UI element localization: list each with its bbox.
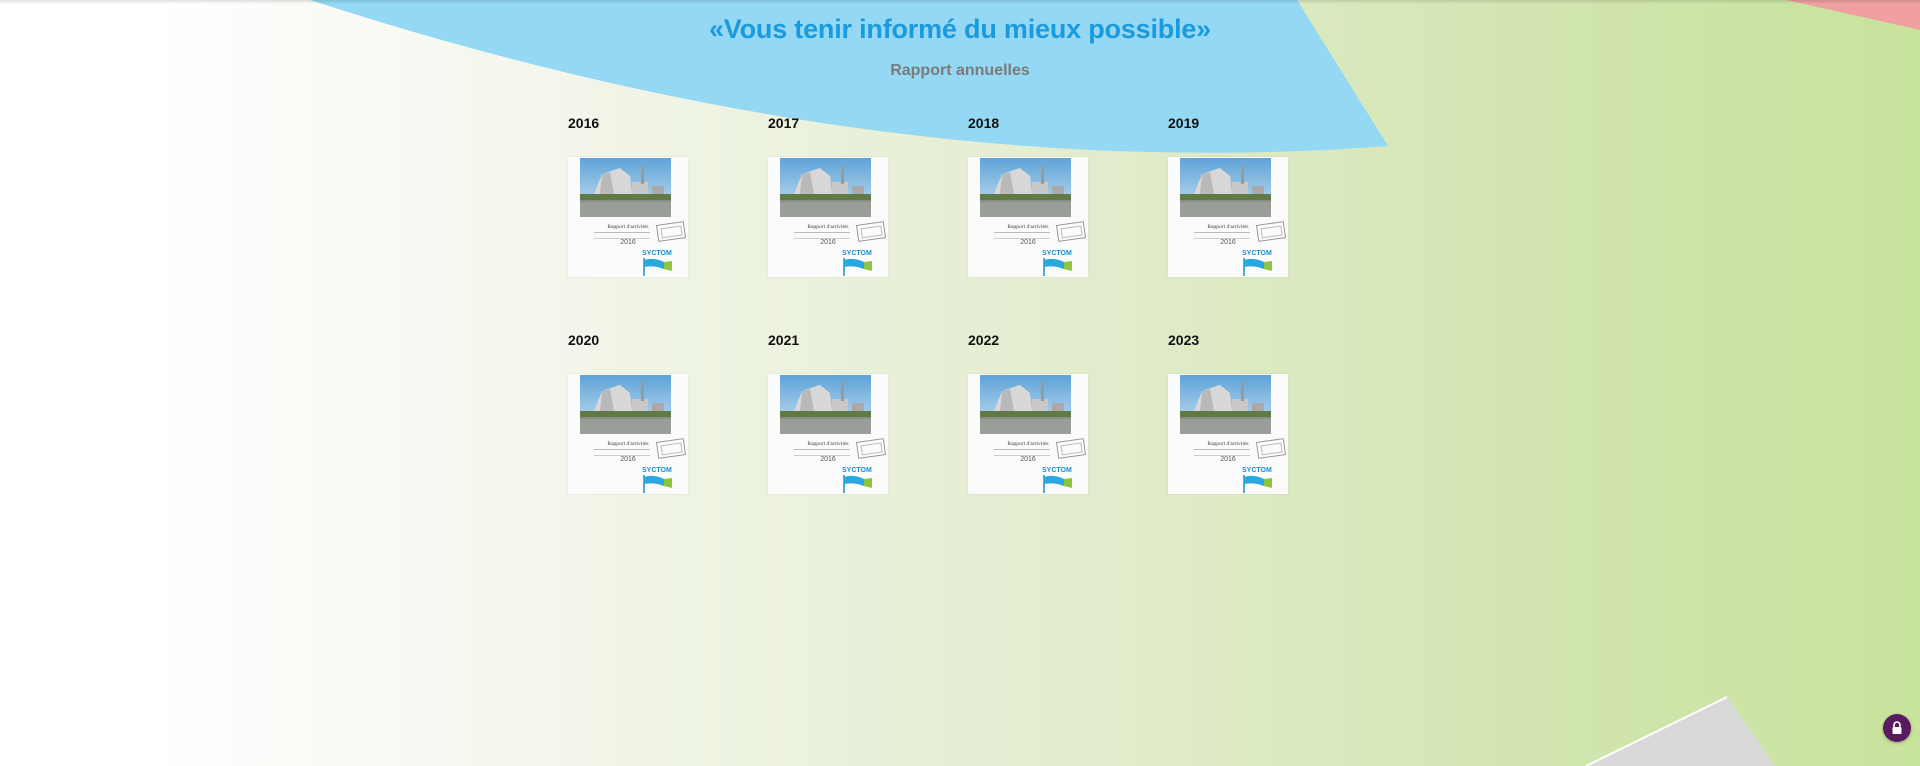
syctom-logo-text: SYCTOM [1042,467,1072,474]
syctom-logo-icon [1043,258,1072,276]
syctom-logo-icon [843,258,872,276]
syctom-logo-text: SYCTOM [1242,250,1272,257]
cover-subtitle-lines [994,232,1050,239]
cover-subtitle-lines [594,232,650,239]
cover-year: 2016 [1020,456,1036,463]
report-card-2023: 2023 Rapport d'activités 2016 SYCTOM [1168,330,1308,494]
cover-subtitle-lines [794,449,850,456]
report-card-2022: 2022 Rapport d'activités 2016 SYCTOM [968,330,1108,494]
syctom-logo-text: SYCTOM [642,250,672,257]
page-subtitle: Rapport annuelles [890,62,1030,79]
report-card-2020: 2020 Rapport d'activités 2016 SYCTOM [568,330,708,494]
building-photo [780,375,871,434]
cover-subtitle-lines [594,449,650,456]
cover-subtitle-lines [794,232,850,239]
cover-year: 2016 [1020,239,1036,246]
privacy-lock-button[interactable] [1883,714,1911,742]
cover-year: 2016 [620,239,636,246]
syctom-logo-icon [643,258,672,276]
page-title: «Vous tenir informé du mieux possible» [708,14,1211,44]
report-card-2017: 2017 Rapport d'activités 2016 SYCTOM [768,113,908,277]
cover-subtitle-lines [994,449,1050,456]
syctom-logo-icon [1043,475,1072,493]
report-year: 2021 [768,332,800,348]
lock-icon [1892,721,1902,734]
building-photo [780,158,871,217]
report-cover-link[interactable]: Rapport d'activités 2016 SYCTOM [768,157,888,277]
report-year: 2019 [1168,115,1200,131]
report-year: 2017 [768,115,800,131]
report-cover-link[interactable]: Rapport d'activités 2016 SYCTOM [1168,374,1288,494]
background-shapes [295,0,1920,766]
report-card-2019: 2019 Rapport d'activités 2016 SYCTOM [1168,113,1308,277]
report-card-2016: 2016 Rapport d'activités 2016 SYCTOM [568,113,708,277]
report-cover-link[interactable]: Rapport d'activités 2016 SYCTOM [568,157,688,277]
building-photo [980,158,1071,217]
syctom-logo-icon [1243,475,1272,493]
bottom-grey-shape [1586,697,1775,766]
syctom-logo-icon [1243,258,1272,276]
cover-subtitle-lines [1194,232,1250,239]
report-year: 2022 [968,332,1000,348]
building-photo [980,375,1071,434]
building-photo [580,158,671,217]
cover-year: 2016 [1220,456,1236,463]
cover-subtitle-lines [1194,449,1250,456]
syctom-logo-text: SYCTOM [842,467,872,474]
building-photo [1180,375,1271,434]
report-cover-link[interactable]: Rapport d'activités 2016 SYCTOM [968,374,1088,494]
syctom-logo-icon [843,475,872,493]
report-card-2018: 2018 Rapport d'activités 2016 SYCTOM [968,113,1108,277]
report-year: 2023 [1168,332,1200,348]
syctom-logo-text: SYCTOM [642,467,672,474]
report-card-2021: 2021 Rapport d'activités 2016 SYCTOM [768,330,908,494]
syctom-logo-text: SYCTOM [1042,250,1072,257]
syctom-logo-text: SYCTOM [1242,467,1272,474]
report-cover-link[interactable]: Rapport d'activités 2016 SYCTOM [768,374,888,494]
syctom-logo-icon [643,475,672,493]
report-cover-link[interactable]: Rapport d'activités 2016 SYCTOM [568,374,688,494]
report-year: 2020 [568,332,600,348]
report-cover-link[interactable]: Rapport d'activités 2016 SYCTOM [1168,157,1288,277]
syctom-logo-text: SYCTOM [842,250,872,257]
building-photo [1180,158,1271,217]
cover-year: 2016 [620,456,636,463]
top-shadow [0,0,1920,4]
building-photo [580,375,671,434]
report-cover-link[interactable]: Rapport d'activités 2016 SYCTOM [968,157,1088,277]
report-year: 2016 [568,115,600,131]
cover-year: 2016 [1220,239,1236,246]
cover-year: 2016 [820,239,836,246]
cover-year: 2016 [820,456,836,463]
report-year: 2018 [968,115,1000,131]
